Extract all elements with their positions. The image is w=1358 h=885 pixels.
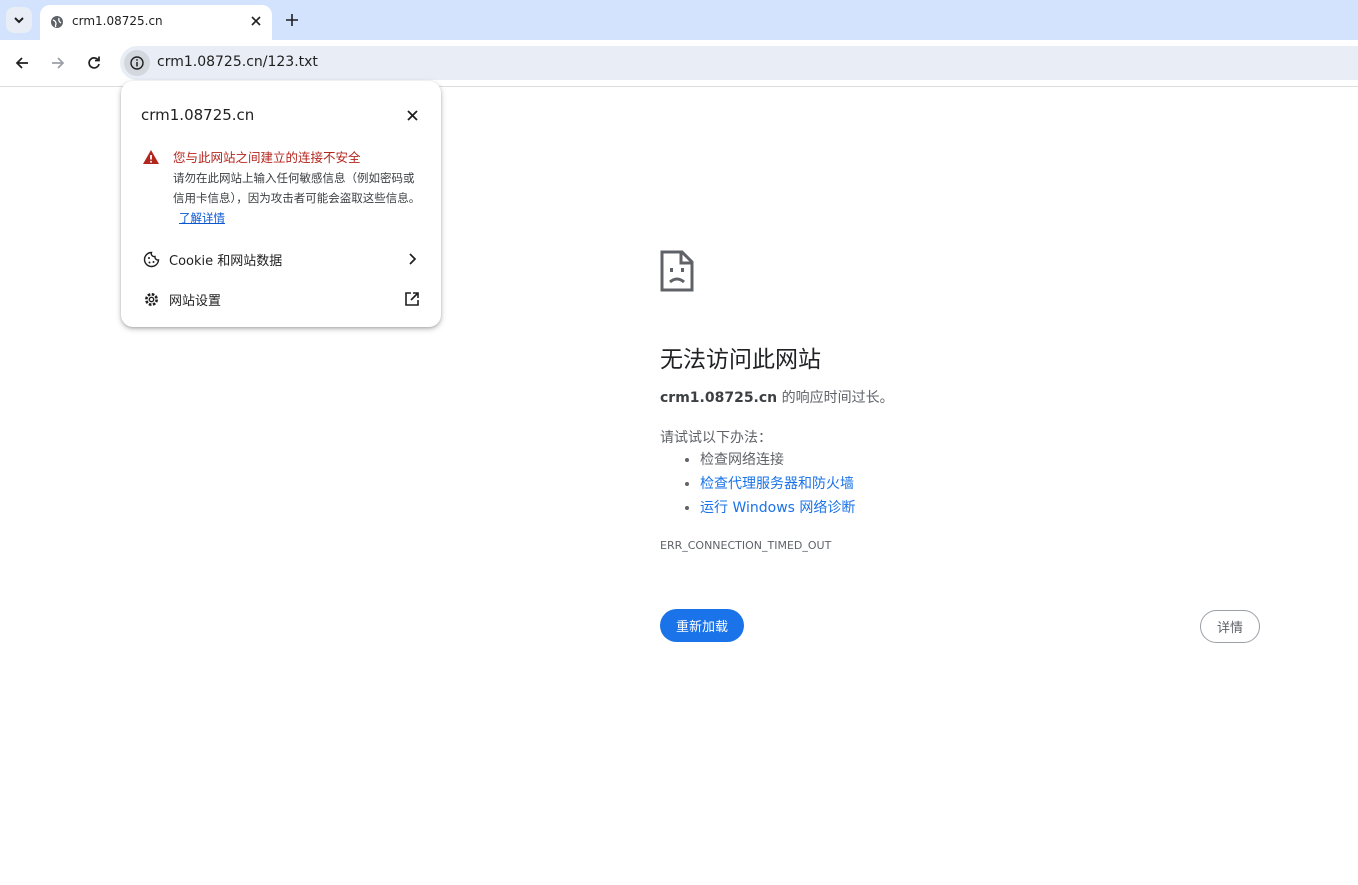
popup-close-button[interactable] — [403, 106, 421, 124]
external-link-icon — [403, 290, 421, 308]
browser-tab[interactable]: crm1.08725.cn — [40, 5, 272, 40]
error-desc-suffix: 的响应时间过长。 — [777, 390, 894, 406]
back-button[interactable] — [10, 51, 34, 75]
warning-body: 请勿在此网站上输入任何敏感信息（例如密码或信用卡信息），因为攻击者可能会盗取这些… — [173, 168, 423, 228]
try-label: 请试试以下办法： — [660, 430, 772, 446]
details-button[interactable]: 详情 — [1200, 610, 1260, 643]
reload-page-button[interactable]: 重新加载 — [660, 609, 744, 642]
error-title: 无法访问此网站 — [660, 347, 821, 373]
close-icon — [406, 109, 418, 121]
suggestion-link-diagnostics[interactable]: 运行 Windows 网络诊断 — [700, 496, 855, 520]
cookie-icon — [142, 250, 160, 268]
suggestion-list: 检查网络连接 检查代理服务器和防火墙 运行 Windows 网络诊断 — [660, 448, 855, 520]
globe-icon — [51, 16, 63, 28]
error-description: crm1.08725.cn 的响应时间过长。 — [660, 387, 894, 407]
forward-icon — [52, 57, 65, 69]
url-text[interactable]: crm1.08725.cn/123.txt — [157, 54, 318, 70]
error-host: crm1.08725.cn — [660, 390, 778, 406]
warning-text: 请勿在此网站上输入任何敏感信息（例如密码或信用卡信息），因为攻击者可能会盗取这些… — [173, 171, 421, 205]
forward-button[interactable] — [46, 51, 70, 75]
warning-icon — [143, 150, 159, 164]
toolbar: crm1.08725.cn/123.txt — [0, 40, 1358, 87]
learn-more-link[interactable]: 了解详情 — [179, 211, 225, 225]
error-code: ERR_CONNECTION_TIMED_OUT — [660, 539, 832, 552]
site-settings-label: 网站设置 — [169, 294, 222, 309]
sad-page-icon — [660, 250, 694, 292]
back-icon — [15, 57, 28, 69]
suggestion-item: 检查网络连接 — [700, 448, 855, 472]
cookie-label: Cookie 和网站数据 — [169, 254, 283, 269]
tab-close-button[interactable] — [248, 13, 264, 29]
chevron-right-icon — [403, 250, 421, 268]
address-bar[interactable]: crm1.08725.cn/123.txt — [120, 46, 1358, 80]
reload-button[interactable] — [82, 51, 106, 75]
tab-strip: crm1.08725.cn — [0, 0, 1358, 40]
site-settings-row[interactable]: 网站设置 — [121, 281, 441, 317]
info-icon — [130, 56, 144, 70]
plus-icon — [286, 14, 298, 26]
site-info-popup: crm1.08725.cn 您与此网站之间建立的连接不安全 请勿在此网站上输入任… — [121, 81, 441, 327]
gear-icon — [142, 290, 160, 308]
cookie-row[interactable]: Cookie 和网站数据 — [121, 241, 441, 277]
new-tab-button[interactable] — [282, 10, 302, 30]
tab-search-button[interactable] — [6, 7, 32, 33]
site-info-button[interactable] — [124, 50, 150, 76]
reload-icon — [88, 56, 100, 69]
close-icon — [251, 16, 261, 26]
popup-host: crm1.08725.cn — [141, 106, 255, 124]
tab-search-icon — [14, 17, 24, 24]
suggestion-link-proxy[interactable]: 检查代理服务器和防火墙 — [700, 472, 855, 496]
tab-title: crm1.08725.cn — [72, 14, 163, 28]
warning-title: 您与此网站之间建立的连接不安全 — [173, 150, 361, 165]
